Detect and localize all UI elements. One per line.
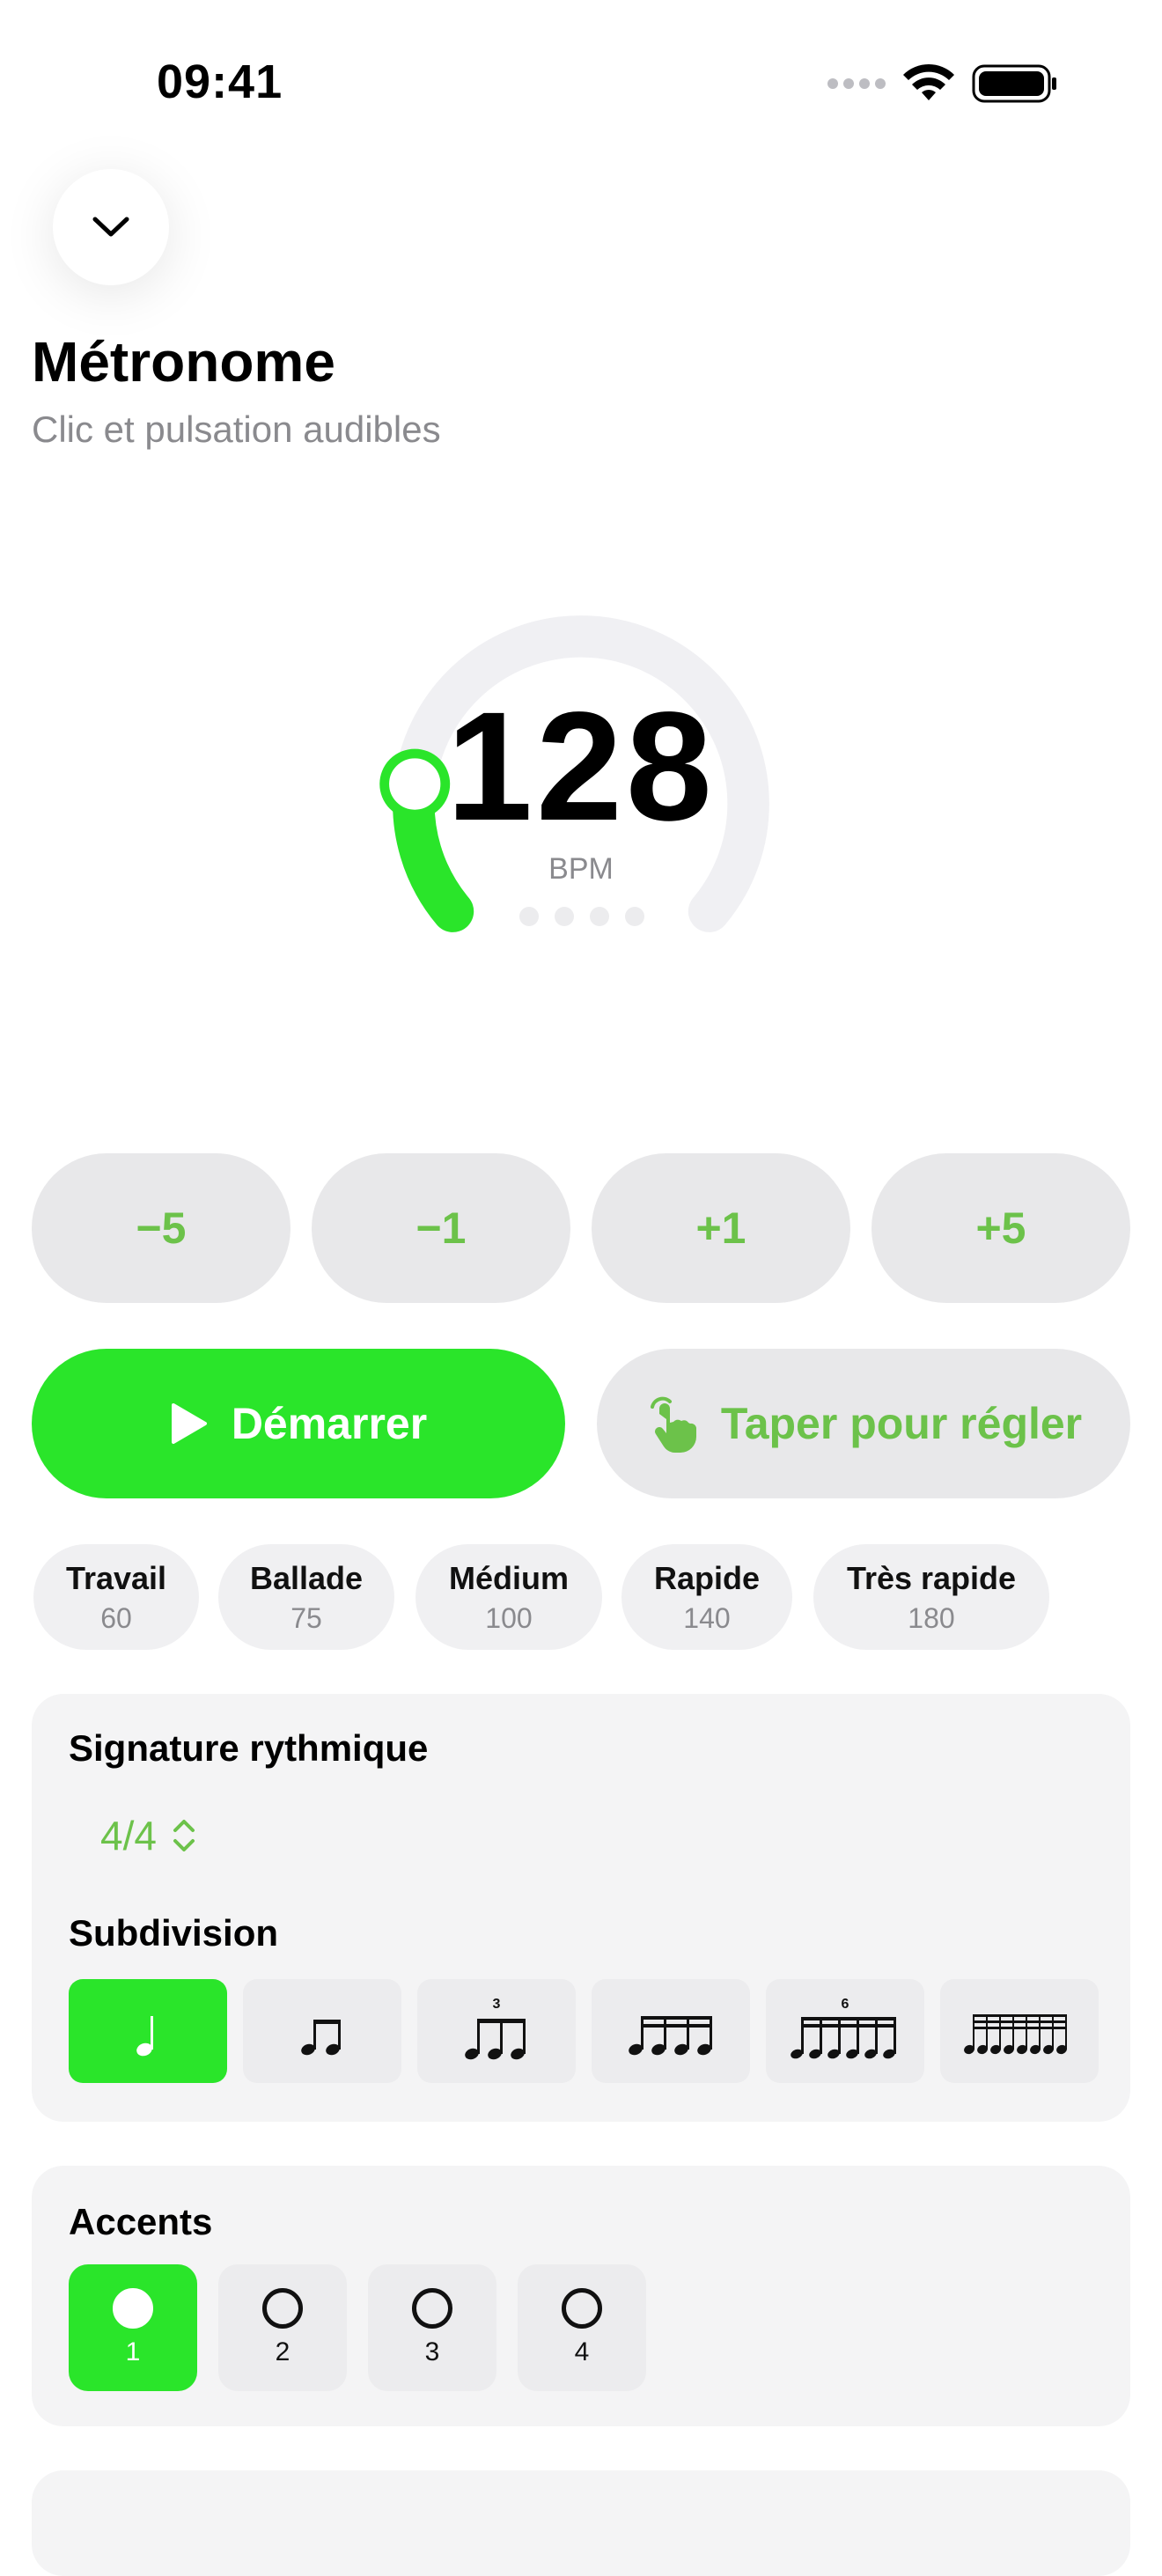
preset-rapide[interactable]: Rapide 140 (621, 1544, 792, 1650)
hand-tap-icon (650, 1396, 696, 1453)
subdivision-sextuplet[interactable]: 6 (766, 1979, 924, 2083)
preset-travail[interactable]: Travail 60 (33, 1544, 199, 1650)
collapse-button[interactable] (53, 169, 169, 285)
sextuplet-icon: 6 (791, 1997, 896, 2059)
tap-tempo-button[interactable]: Taper pour régler (597, 1349, 1130, 1498)
start-button-label: Démarrer (231, 1399, 428, 1448)
thirty-second-notes-icon (964, 2014, 1067, 2055)
page-subtitle: Clic et pulsation audibles (32, 408, 441, 450)
preset-bpm: 180 (908, 1601, 955, 1634)
bpm-unit-label: BPM (548, 852, 614, 886)
preset-name: Ballade (249, 1559, 364, 1596)
minus-1-button[interactable]: −1 (312, 1153, 570, 1303)
preset-name: Médium (448, 1559, 569, 1596)
sextuplet-label: 6 (842, 1997, 849, 2012)
accent-beat-number: 3 (424, 2337, 440, 2366)
signal-icon (827, 78, 886, 89)
status-time: 09:41 (157, 55, 283, 108)
subdivision-thirty-second[interactable] (940, 1979, 1099, 2083)
page-title: Métronome (32, 330, 335, 394)
subdivision-triplet[interactable]: 3 (417, 1979, 576, 2083)
chevron-down-icon (92, 217, 129, 237)
play-icon (171, 1403, 207, 1444)
accent-beat-number: 2 (275, 2337, 290, 2366)
accent-circle-icon (412, 2288, 452, 2329)
plus-1-button[interactable]: +1 (592, 1153, 850, 1303)
preset-bpm: 100 (485, 1601, 533, 1634)
sixteenth-notes-icon (629, 2016, 712, 2056)
accent-circle-icon (113, 2288, 153, 2329)
tap-tempo-label: Taper pour régler (720, 1399, 1083, 1448)
battery-icon (972, 64, 1056, 103)
preset-name: Rapide (653, 1559, 761, 1596)
preset-tres-rapide[interactable]: Très rapide 180 (813, 1544, 1049, 1650)
accent-beat-number: 1 (125, 2337, 141, 2366)
chevron-up-down-icon (173, 1820, 195, 1851)
preset-ballade[interactable]: Ballade 75 (218, 1544, 394, 1650)
preset-bpm: 140 (683, 1601, 731, 1634)
accents-title: Accents (69, 2201, 213, 2242)
status-icons (827, 62, 1058, 106)
quarter-note-icon (136, 2016, 153, 2057)
minus-5-button[interactable]: −5 (32, 1153, 290, 1303)
accent-beat-number: 4 (574, 2337, 590, 2366)
accent-beat-1[interactable]: 1 (69, 2264, 197, 2391)
subdivision-quarter[interactable] (69, 1979, 227, 2083)
accent-circle-icon (562, 2288, 602, 2329)
subdivision-eighth[interactable] (243, 1979, 401, 2083)
preset-bpm: 60 (100, 1601, 132, 1634)
subdivision-title: Subdivision (69, 1912, 279, 1954)
preset-medium[interactable]: Médium 100 (416, 1544, 602, 1650)
accent-beat-2[interactable]: 2 (218, 2264, 347, 2391)
time-signature-title: Signature rythmique (69, 1727, 429, 1769)
wifi-icon (903, 63, 954, 100)
preset-name: Très rapide (846, 1559, 1017, 1596)
accent-beat-4[interactable]: 4 (518, 2264, 646, 2391)
accent-beat-3[interactable]: 3 (368, 2264, 496, 2391)
accent-circle-icon (262, 2288, 303, 2329)
triplet-label: 3 (493, 1997, 501, 2012)
start-button[interactable]: Démarrer (32, 1349, 565, 1498)
preset-bpm: 75 (290, 1601, 322, 1634)
time-signature-picker[interactable]: 4/4 (100, 1812, 197, 1859)
next-card (32, 2470, 1130, 2576)
triplet-icon: 3 (465, 1997, 526, 2060)
subdivision-sixteenth[interactable] (592, 1979, 750, 2083)
preset-name: Travail (65, 1559, 167, 1596)
time-signature-value: 4/4 (100, 1813, 157, 1858)
bpm-value: 128 (446, 681, 716, 853)
eighth-notes-icon (301, 2020, 341, 2056)
beat-indicator (519, 907, 644, 926)
plus-5-button[interactable]: +5 (872, 1153, 1130, 1303)
